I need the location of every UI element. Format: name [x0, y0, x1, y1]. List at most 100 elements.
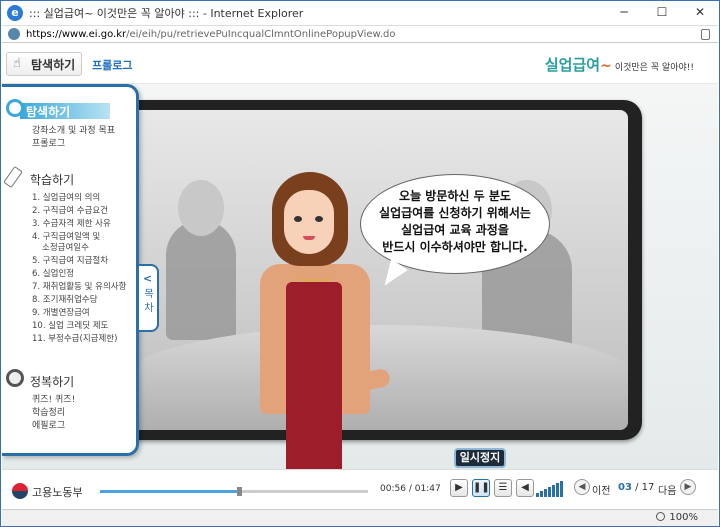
volume-bar[interactable] [540, 491, 543, 497]
page-indicator: 03 / 17 [618, 482, 654, 493]
minimize-button[interactable]: ─ [605, 1, 643, 25]
site-icon [8, 28, 20, 40]
page-separator: / [635, 482, 639, 493]
presenter-mouth [303, 236, 315, 240]
lock-icon[interactable] [701, 29, 710, 40]
player-controls: 고용노동부 00:56 / 01:47 일시정지 ▶ ❚❚ ☰ ◀ ◀ 이전 0… [2, 448, 718, 509]
pause-icon: ❚❚ [473, 482, 490, 493]
time-separator: / [408, 484, 412, 494]
speech-line: 오늘 방문하신 두 분도 [399, 189, 511, 203]
prev-label[interactable]: 이전 [592, 482, 610, 497]
address-bar[interactable]: https://www.ei.go.kr/ei/eih/pu/retrieveP… [2, 25, 718, 43]
background-person-head [178, 180, 224, 236]
sidebar-item-lesson-5[interactable]: 5. 구직급여 지급절차 [32, 256, 108, 267]
browser-window: e ::: 실업급여~ 이것만은 꼭 알아야 ::: - Internet Ex… [0, 0, 720, 527]
film-reel-icon [6, 369, 24, 387]
volume-bar[interactable] [536, 493, 539, 497]
section-conquer-title[interactable]: 정복하기 [30, 373, 74, 390]
window-title: ::: 실업급여~ 이것만은 꼭 알아야 ::: - Internet Expl… [29, 7, 304, 20]
next-page-button[interactable]: ▶ [680, 479, 696, 495]
menu-button[interactable]: ☰ [494, 479, 512, 497]
volume-bar[interactable] [552, 485, 555, 497]
speaker-icon: ◀ [521, 482, 529, 493]
toc-label: 목차 [144, 289, 154, 314]
government-emblem-icon [12, 483, 28, 499]
sidebar-item-lesson-7[interactable]: 7. 재취업활동 및 유의사항 [32, 282, 126, 293]
speech-text: 오늘 방문하신 두 분도 실업급여를 신청하기 위해서는 실업급여 교육 과정을… [366, 188, 544, 256]
play-icon: ▶ [455, 482, 463, 493]
section-learn-title[interactable]: 학습하기 [30, 171, 74, 188]
sidebar-item-lesson-1[interactable]: 1. 실업급여의 의의 [32, 193, 100, 204]
pencil-icon [3, 165, 23, 189]
volume-bar[interactable] [548, 487, 551, 497]
page-total: 17 [641, 482, 655, 493]
sidebar-item-lesson-4[interactable]: 4. 구직급여일액 및 [32, 232, 100, 243]
sidebar-item-lesson-3[interactable]: 3. 수급자격 제한 사유 [32, 219, 111, 230]
address-url[interactable]: https://www.ei.go.kr/ei/eih/pu/retrieveP… [26, 29, 395, 40]
arrow-left-icon: ◀ [578, 482, 586, 492]
zoom-control[interactable]: 100% [656, 512, 698, 523]
prologue-link[interactable]: 프롤로그 [92, 57, 132, 73]
progress-handle[interactable] [237, 487, 243, 496]
section-explore-title[interactable]: 탐색하기 [26, 103, 70, 120]
mute-button[interactable]: ◀ [516, 479, 534, 497]
speech-line: 실업급여를 신청하기 위해서는 [379, 206, 531, 220]
sidebar-item-lesson-8[interactable]: 8. 조기재취업수당 [32, 295, 98, 306]
time-total: 01:47 [414, 484, 441, 494]
sidebar-item-lesson-6[interactable]: 6. 실업인정 [32, 269, 74, 280]
sidebar-item-epilogue[interactable]: 에필로그 [32, 420, 65, 432]
sidebar-item-summary[interactable]: 학습정리 [32, 407, 65, 419]
zoom-icon [656, 512, 666, 521]
sidebar-item-lesson-4-cont[interactable]: 소정급여일수 [42, 243, 89, 254]
maximize-button[interactable]: ☐ [643, 1, 681, 25]
play-button[interactable]: ▶ [450, 479, 468, 497]
presenter-necklace [294, 270, 334, 282]
status-bar: 100% [2, 509, 718, 526]
pause-tooltip: 일시정지 [454, 448, 506, 468]
sidebar-item-lesson-11[interactable]: 11. 부정수급(지급제한) [32, 334, 117, 345]
org-name: 고용노동부 [32, 486, 83, 499]
sidebar-item-lesson-10[interactable]: 10. 실업 크레딧 제도 [32, 321, 108, 332]
sidebar-item-prologue[interactable]: 프롤로그 [32, 138, 65, 150]
sidebar-item-quiz[interactable]: 퀴즈! 퀴즈! [32, 394, 75, 406]
explore-tab-button[interactable]: ☝ 탐색하기 [6, 52, 82, 76]
toc-toggle-button[interactable]: < 목차 [139, 264, 159, 332]
pause-button[interactable]: ❚❚ [472, 479, 490, 497]
volume-bar[interactable] [560, 481, 563, 497]
presenter-eye [294, 216, 302, 222]
volume-bar[interactable] [544, 489, 547, 497]
magnifier-icon [6, 99, 24, 117]
course-header: ☝ 탐색하기 프롤로그 실업급여 ~ 이것만은 꼭 알아야!! [2, 44, 718, 84]
volume-level[interactable] [536, 481, 564, 497]
title-bar: e ::: 실업급여~ 이것만은 꼭 알아야 ::: - Internet Ex… [1, 1, 719, 25]
speech-line: 반드시 이수하셔야만 합니다. [382, 240, 528, 254]
progress-track[interactable] [100, 487, 368, 496]
course-sidebar: 탐색하기 강좌소개 및 과정 목표 프롤로그 학습하기 1. 실업급여의 의의 … [2, 84, 139, 456]
url-host: https://www.ei.go.kr [26, 28, 127, 40]
menu-icon: ☰ [498, 482, 508, 493]
sidebar-item-lesson-9[interactable]: 9. 개별연장급여 [32, 308, 90, 319]
brand-main: 실업급여 [544, 56, 601, 74]
brand-tilde: ~ [600, 58, 612, 74]
time-current: 00:56 [380, 484, 406, 494]
progress-fill [100, 490, 240, 493]
brand-sub: 이것만은 꼭 알아야!! [614, 63, 694, 73]
presenter-face [284, 190, 334, 254]
next-label[interactable]: 다음 [658, 482, 676, 497]
volume-bar[interactable] [556, 483, 559, 497]
chevron-left-icon: < [143, 272, 153, 285]
hand-pointer-icon: ☝ [13, 56, 21, 71]
url-path: /ei/eih/pu/retrievePuIncqualClmntOnlineP… [126, 28, 396, 40]
explore-tab-label: 탐색하기 [31, 57, 76, 72]
sidebar-item-lesson-2[interactable]: 2. 구직급여 수급요건 [32, 206, 108, 217]
background-person [166, 220, 236, 340]
arrow-right-icon: ▶ [684, 482, 692, 492]
presenter-eye [315, 216, 323, 222]
course-brand: 실업급여 ~ 이것만은 꼭 알아야!! [545, 54, 694, 75]
sidebar-item-course-intro[interactable]: 강좌소개 및 과정 목표 [32, 125, 115, 137]
close-button[interactable]: ✕ [681, 1, 719, 25]
speech-line: 실업급여 교육 과정을 [401, 223, 509, 237]
time-display: 00:56 / 01:47 [380, 484, 441, 494]
prev-page-button[interactable]: ◀ [574, 479, 590, 495]
ie-logo-icon: e [7, 5, 23, 21]
